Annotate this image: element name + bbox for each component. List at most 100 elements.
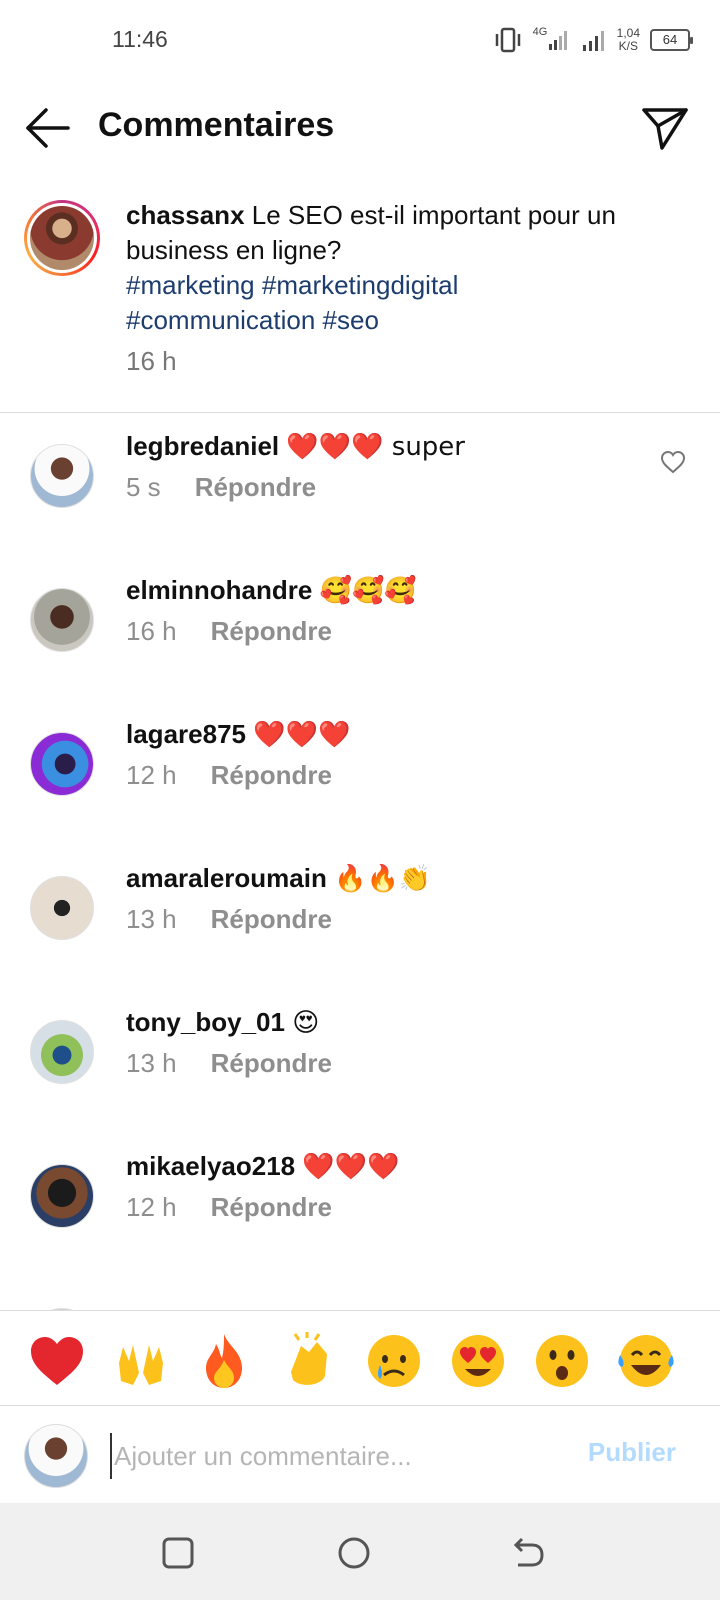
comment-item: legbredaniel ❤️❤️❤️ super 5 s Répondre xyxy=(0,414,720,558)
comment-username[interactable]: legbredaniel xyxy=(126,431,279,461)
battery-icon: 64 xyxy=(650,29,693,51)
fire-icon xyxy=(206,1334,242,1388)
avatar[interactable] xyxy=(30,1164,94,1228)
tears-of-joy-emoji-button[interactable] xyxy=(616,1331,676,1391)
comment-username[interactable]: tony_boy_01 xyxy=(126,1007,285,1037)
surprised-face-icon xyxy=(536,1335,588,1387)
comment-input[interactable] xyxy=(110,1433,550,1479)
comment-timestamp: 12 h xyxy=(126,760,177,790)
comment-timestamp: 13 h xyxy=(126,904,177,934)
comment-timestamp: 16 h xyxy=(126,616,177,646)
avatar[interactable] xyxy=(30,444,94,508)
avatar[interactable] xyxy=(30,876,94,940)
reply-button[interactable]: Répondre xyxy=(211,760,332,791)
comment-body: 🥰🥰🥰 xyxy=(319,576,417,606)
tears-of-joy-icon xyxy=(618,1335,674,1387)
status-icons: 4G 1,04 K/S 64 xyxy=(493,24,693,56)
comment-item: tony_boy_01 😍 13 h Répondre xyxy=(0,990,720,1134)
comment-text: mikaelyao218 ❤️❤️❤️ xyxy=(126,1148,400,1185)
post-caption: chassanx Le SEO est-il important pour un… xyxy=(0,192,720,412)
share-button[interactable] xyxy=(640,104,690,152)
back-nav-button[interactable] xyxy=(508,1535,548,1571)
recent-apps-button[interactable] xyxy=(158,1535,198,1571)
comment-meta: 12 h Répondre xyxy=(126,760,332,791)
comment-body: 😍 xyxy=(292,1008,320,1038)
reply-button[interactable]: Répondre xyxy=(211,1048,332,1079)
comment-meta: 13 h Répondre xyxy=(126,1048,332,1079)
clapping-hands-emoji-button[interactable] xyxy=(280,1331,340,1391)
comment-item: mikaelyao218 ❤️❤️❤️ 12 h Répondre xyxy=(0,1134,720,1278)
raising-hands-icon xyxy=(119,1345,163,1385)
system-navigation-bar xyxy=(0,1503,720,1600)
header: Commentaires xyxy=(0,90,720,166)
hashtag-link[interactable]: #marketingdigital xyxy=(262,270,459,300)
quick-emoji-bar xyxy=(0,1310,720,1406)
send-icon xyxy=(642,108,688,150)
status-time: 11:46 xyxy=(112,26,168,52)
story-ring[interactable] xyxy=(24,200,100,276)
status-bar: 11:46 4G 1,04 K/S 64 xyxy=(0,0,720,80)
comment-username[interactable]: mikaelyao218 xyxy=(126,1151,295,1181)
reply-button[interactable]: Répondre xyxy=(195,472,316,503)
like-comment-button[interactable] xyxy=(660,450,686,474)
comment-item-partial xyxy=(0,1278,720,1310)
heart-eyes-emoji-button[interactable] xyxy=(448,1331,508,1391)
crying-face-icon xyxy=(368,1335,420,1387)
hashtag-link[interactable]: #communication xyxy=(126,305,315,335)
heart-eyes-icon xyxy=(452,1335,504,1387)
comment-text: lagare875 ❤️❤️❤️ xyxy=(126,716,350,753)
comment-body: 🔥🔥👏 xyxy=(334,864,432,894)
comment-username[interactable]: lagare875 xyxy=(126,719,246,749)
reply-button[interactable]: Répondre xyxy=(211,1192,332,1223)
publish-button[interactable]: Publier xyxy=(588,1437,676,1468)
comment-username[interactable]: amaraleroumain xyxy=(126,863,327,893)
hashtag-link[interactable]: #marketing xyxy=(126,270,255,300)
signal-icon xyxy=(582,31,604,51)
arrow-left-icon xyxy=(26,108,70,148)
comment-list[interactable]: legbredaniel ❤️❤️❤️ super 5 s Répondre e… xyxy=(0,414,720,1310)
comment-compose-bar: Publier xyxy=(0,1407,720,1503)
comment-text: elminnohandre 🥰🥰🥰 xyxy=(126,572,417,609)
comment-timestamp: 12 h xyxy=(126,1192,177,1222)
battery-level: 64 xyxy=(662,32,678,47)
home-button[interactable] xyxy=(334,1535,374,1571)
hashtag-link[interactable]: #seo xyxy=(323,305,379,335)
avatar[interactable] xyxy=(30,1020,94,1084)
surprised-face-emoji-button[interactable] xyxy=(532,1331,592,1391)
comment-text: legbredaniel ❤️❤️❤️ super xyxy=(126,428,465,465)
comment-item: amaraleroumain 🔥🔥👏 13 h Répondre xyxy=(0,846,720,990)
avatar xyxy=(24,1424,88,1488)
comment-meta: 16 h Répondre xyxy=(126,616,332,647)
back-button[interactable] xyxy=(22,106,72,150)
network-speed: 1,04 K/S xyxy=(617,27,640,53)
fire-emoji-button[interactable] xyxy=(194,1331,254,1391)
caption-text: chassanx Le SEO est-il important pour un… xyxy=(126,198,666,338)
caption-timestamp: 16 h xyxy=(126,346,177,376)
avatar[interactable] xyxy=(30,588,94,652)
heart-icon xyxy=(31,1337,83,1385)
speed-unit: K/S xyxy=(618,39,638,53)
reply-button[interactable]: Répondre xyxy=(211,904,332,935)
comment-meta: 5 s Répondre xyxy=(126,472,316,503)
return-icon xyxy=(513,1537,544,1567)
comment-item: lagare875 ❤️❤️❤️ 12 h Répondre xyxy=(0,702,720,846)
comment-body: ❤️❤️❤️ super xyxy=(286,432,465,462)
heart-outline-icon xyxy=(660,450,686,474)
reply-button[interactable]: Répondre xyxy=(211,616,332,647)
raising-hands-emoji-button[interactable] xyxy=(111,1331,171,1391)
comment-username[interactable]: elminnohandre xyxy=(126,575,312,605)
comment-timestamp: 13 h xyxy=(126,1048,177,1078)
circle-icon xyxy=(338,1537,370,1569)
comment-item: elminnohandre 🥰🥰🥰 16 h Répondre xyxy=(0,558,720,702)
comment-body: ❤️❤️❤️ xyxy=(302,1152,400,1182)
avatar xyxy=(30,206,94,270)
heart-emoji-button[interactable] xyxy=(27,1331,87,1391)
clapping-hands-icon xyxy=(291,1332,327,1385)
page-title: Commentaires xyxy=(98,106,335,144)
comment-meta: 13 h Répondre xyxy=(126,904,332,935)
caption-username[interactable]: chassanx xyxy=(126,200,245,230)
crying-face-emoji-button[interactable] xyxy=(364,1331,424,1391)
signal-4g-icon: 4G xyxy=(533,26,571,54)
avatar[interactable] xyxy=(30,732,94,796)
comment-meta: 12 h Répondre xyxy=(126,1192,332,1223)
